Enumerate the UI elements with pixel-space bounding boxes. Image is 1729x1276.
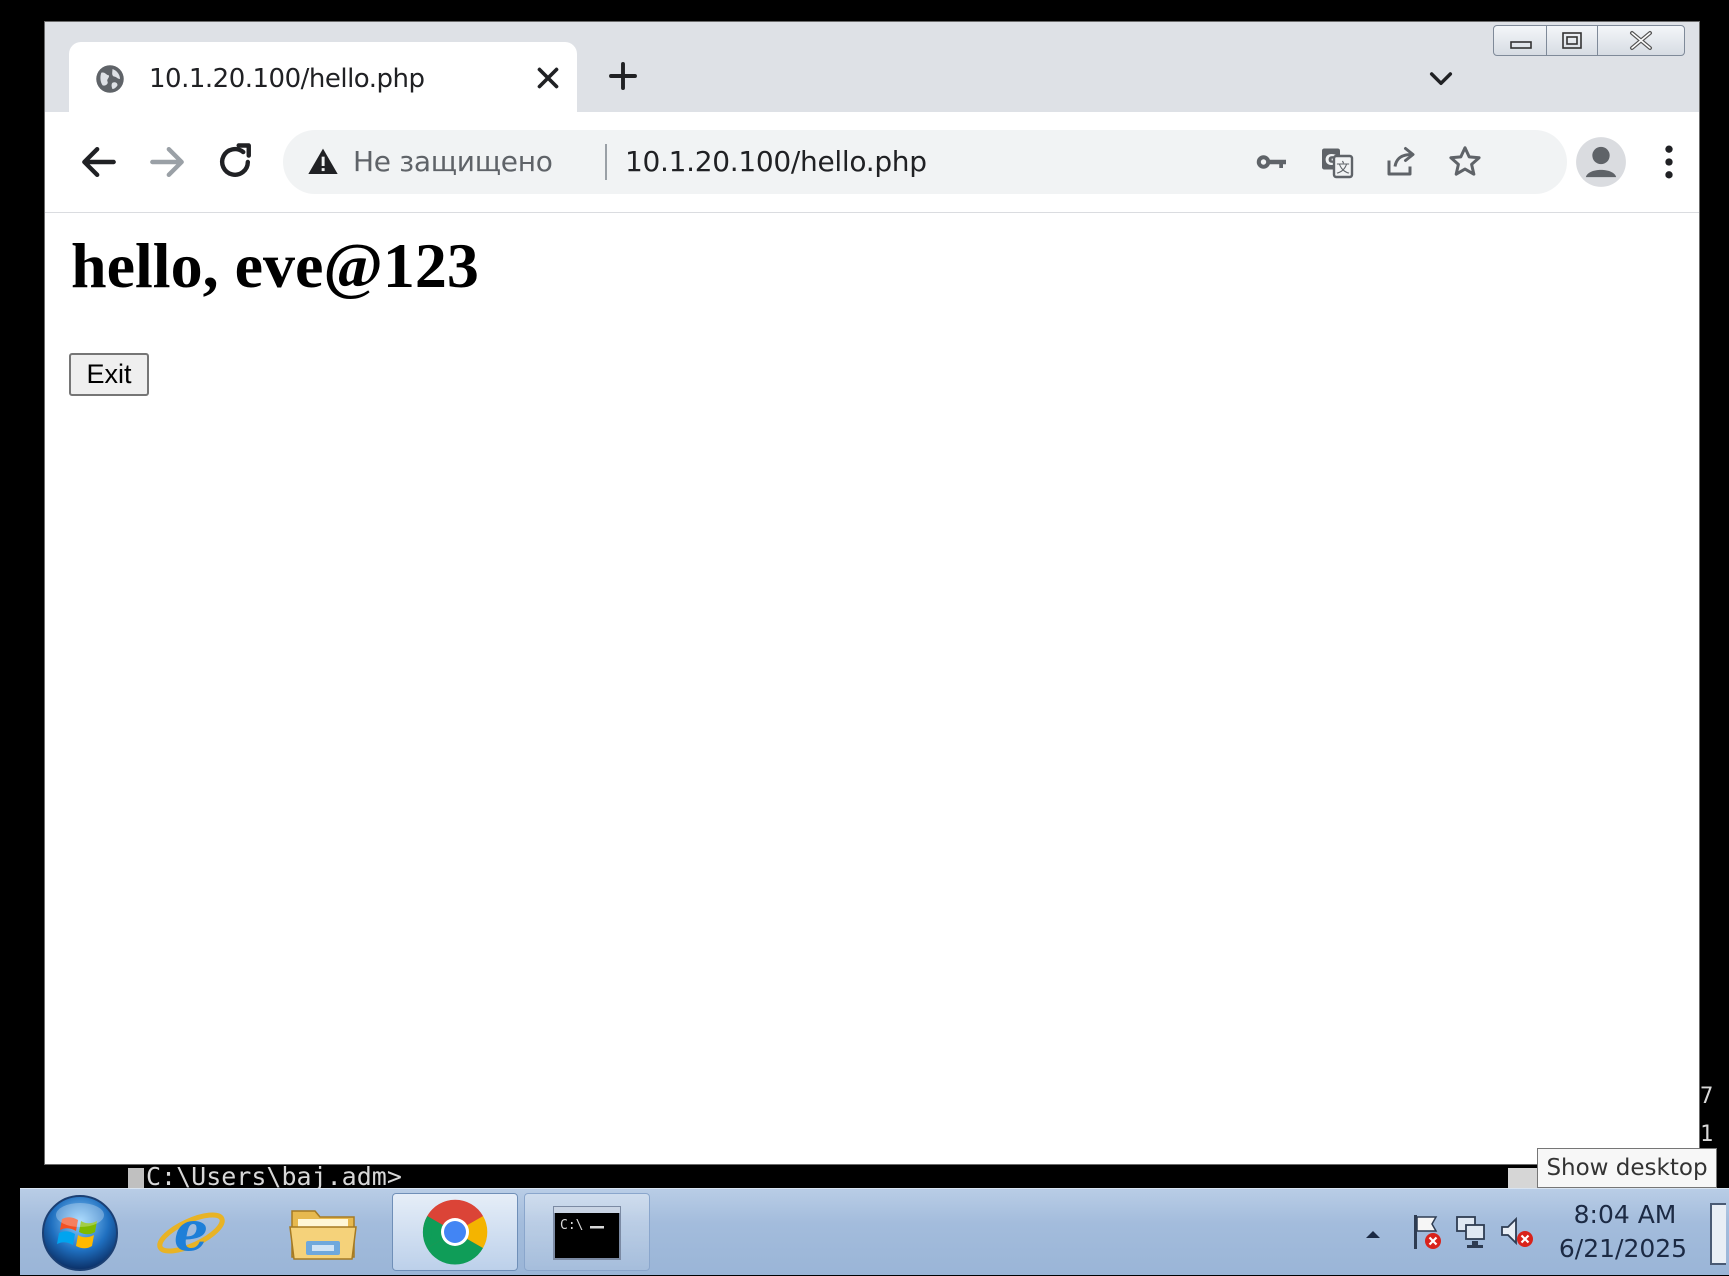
greeting-heading: hello, eve@123 [71, 230, 479, 301]
chrome-icon [422, 1199, 488, 1265]
clock-date[interactable]: 6/21/2025 [1553, 1233, 1693, 1265]
console-cursor [128, 1168, 144, 1188]
page-content: hello, eve@123 Exit [45, 213, 1699, 1164]
restore-icon [1562, 32, 1582, 49]
exit-button[interactable]: Exit [69, 353, 149, 396]
window-controls [1493, 25, 1689, 58]
browser-toolbar: Не защищено 10.1.20.100/hello.php G 文 [45, 112, 1699, 213]
console-fragment: 1 [1700, 1122, 1714, 1147]
arrow-right-icon[interactable] [145, 140, 189, 184]
command-prompt-icon: C:\ [553, 1206, 621, 1260]
system-tray [1330, 1205, 1540, 1261]
taskbar-command-prompt[interactable]: C:\ [524, 1193, 650, 1271]
key-icon[interactable] [1253, 144, 1289, 180]
taskbar-file-explorer[interactable] [260, 1193, 386, 1271]
share-icon[interactable] [1383, 144, 1419, 180]
url-text[interactable]: 10.1.20.100/hello.php [625, 144, 927, 180]
console-prompt: C:\Users\baj.adm> [146, 1162, 402, 1191]
reload-icon[interactable] [213, 140, 257, 184]
svg-text:文: 文 [1336, 161, 1350, 177]
profile-icon[interactable] [1575, 136, 1627, 188]
address-bar[interactable]: Не защищено 10.1.20.100/hello.php G 文 [283, 130, 1567, 194]
tab-title: 10.1.20.100/hello.php [149, 64, 425, 94]
close-window-button[interactable] [1597, 25, 1685, 56]
taskbar: e C:\ 8:04 AM 6/21/2025 [20, 1188, 1729, 1275]
warning-triangle-icon[interactable] [307, 146, 339, 178]
minimize-button[interactable] [1493, 25, 1547, 56]
star-icon[interactable] [1447, 144, 1483, 180]
svg-text:C:\: C:\ [560, 1218, 583, 1233]
internet-explorer-icon: e [157, 1199, 225, 1263]
svg-text:e: e [174, 1199, 208, 1263]
restore-button[interactable] [1546, 25, 1598, 56]
action-center-flag-icon[interactable] [1406, 1211, 1446, 1255]
globe-icon [96, 65, 124, 93]
kebab-menu-icon[interactable] [1647, 140, 1691, 184]
close-icon [1630, 31, 1652, 50]
arrow-left-icon[interactable] [77, 140, 121, 184]
close-icon[interactable] [531, 61, 565, 95]
taskbar-internet-explorer[interactable]: e [128, 1193, 254, 1271]
clock-time[interactable]: 8:04 AM [1565, 1199, 1685, 1231]
taskbar-chrome[interactable] [392, 1193, 518, 1271]
omnibox-separator [605, 144, 607, 180]
file-explorer-icon [289, 1210, 357, 1260]
start-orb-icon[interactable] [40, 1193, 120, 1273]
browser-window: 10.1.20.100/hello.php Не защищено 10.1.2… [45, 22, 1699, 1164]
network-icon[interactable] [1452, 1211, 1492, 1255]
tab-strip: 10.1.20.100/hello.php [45, 22, 1699, 112]
show-hidden-icons-icon[interactable] [1362, 1223, 1384, 1245]
minimize-icon [1510, 41, 1532, 49]
chevron-down-icon[interactable] [1425, 62, 1457, 94]
plus-icon[interactable] [605, 58, 641, 94]
volume-muted-icon[interactable] [1498, 1211, 1538, 1255]
security-status-label[interactable]: Не защищено [353, 144, 553, 180]
show-desktop-button[interactable] [1710, 1203, 1726, 1265]
translate-icon[interactable]: G 文 [1319, 144, 1355, 180]
tab-hello-php[interactable]: 10.1.20.100/hello.php [69, 42, 577, 112]
console-fragment: 7 [1700, 1084, 1714, 1109]
show-desktop-tooltip: Show desktop [1537, 1148, 1717, 1188]
